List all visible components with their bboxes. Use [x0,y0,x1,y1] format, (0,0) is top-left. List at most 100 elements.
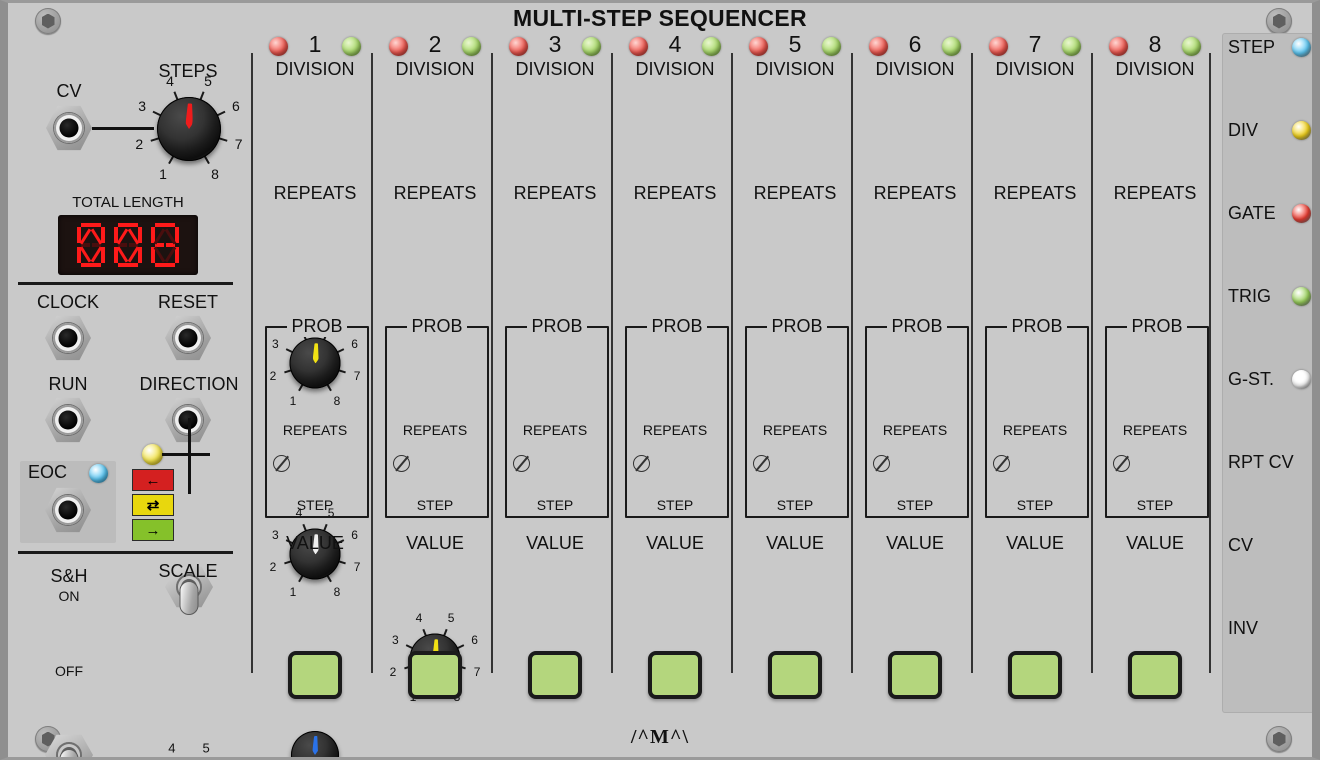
repeats-label: REPEATS [735,183,855,204]
eoc-label: EOC [22,462,82,483]
sample-hold-switch[interactable] [45,733,93,760]
display-segment [118,263,138,267]
division-label: DIVISION [615,59,735,80]
gate-step-out-label: G-ST. [1228,369,1274,390]
channel-separator [371,53,373,673]
direction-forward[interactable]: → [132,519,174,541]
prob-mode-off-icon [873,455,890,472]
trig-out-led [1292,287,1311,306]
repeats-label: REPEATS [1095,183,1215,204]
channel-step-led [822,37,841,56]
prob-mode-step-label: STEP [375,497,495,513]
prob-mode-off-icon [993,455,1010,472]
prob-mode-repeats-label: REPEATS [255,422,375,438]
knob-body[interactable] [157,97,221,161]
channel-number: 2 [413,31,457,58]
run-jack[interactable] [45,397,91,443]
step-toggle-button[interactable] [528,651,582,699]
knob-scale-number: 7 [474,665,481,679]
sample-hold-on-label: ON [28,588,110,604]
knob-scale-number: 6 [232,98,240,114]
prob-mode-step-label: STEP [855,497,975,513]
eoc-jack[interactable] [45,487,91,533]
divider-bottom [18,551,233,554]
cv-input-label: CV [36,81,102,102]
prob-mode-off-icon [513,455,530,472]
channel-gate-led [629,37,648,56]
direction-wire-horizontal [162,453,210,456]
prob-mode-off-icon [1113,455,1130,472]
cv-input-jack[interactable] [46,105,92,151]
direction-reverse[interactable]: ← [132,469,174,491]
division-label: DIVISION [735,59,855,80]
display-segment-diagonal [80,246,92,262]
prob-label: PROB [527,316,587,337]
division-label: DIVISION [1095,59,1215,80]
channel-separator [251,53,253,673]
steps-knob[interactable]: 12345678 [148,88,230,170]
reset-jack-label: RESET [143,292,233,313]
gate-out-led [1292,204,1311,223]
prob-mode-off-icon [633,455,650,472]
knob-scale-number: 2 [135,136,143,152]
display-segment [175,247,179,263]
prob-label: PROB [1127,316,1187,337]
step-toggle-button[interactable] [648,651,702,699]
division-label: DIVISION [495,59,615,80]
step-toggle-button[interactable] [1128,651,1182,699]
direction-pendulum[interactable]: ⇄ [132,494,174,516]
step-toggle-button[interactable] [1008,651,1062,699]
knob-scale-number: 7 [235,136,243,152]
repeats-knob[interactable]: 12345678 [282,521,348,587]
inverted-cv-out-label: INV [1228,618,1258,639]
channel-separator [851,53,853,673]
step-out-label: STEP [1228,37,1275,58]
step-toggle-button[interactable] [888,651,942,699]
knob-scale-number: 1 [159,166,167,182]
prob-mode-step-label: STEP [1095,497,1215,513]
channel-step-led [1062,37,1081,56]
knob-scale-number: 8 [211,166,219,182]
divider-top [18,282,233,285]
value-label: VALUE [975,533,1095,554]
knob-scale-number: 5 [448,611,455,625]
step-toggle-button[interactable] [768,651,822,699]
step-toggle-button[interactable] [288,651,342,699]
prob-mode-off-icon [273,455,290,472]
prob-mode-step-label: STEP [615,497,735,513]
knob-scale-number: 4 [166,73,174,89]
channel-step-led [342,37,361,56]
step-toggle-button[interactable] [408,651,462,699]
channel-separator [611,53,613,673]
repeat-cv-out-label: RPT CV [1228,452,1294,473]
channel-separator [731,53,733,673]
channel-number: 1 [293,31,337,58]
clock-jack[interactable] [45,315,91,361]
prob-mode-step-label: STEP [735,497,855,513]
prob-label: PROB [887,316,947,337]
value-label: VALUE [735,533,855,554]
knob-scale-number: 2 [390,665,397,679]
steps-knob-label: STEPS [136,61,240,82]
direction-wire-vertical [188,418,191,494]
knob-pointer [185,103,193,129]
prob-label: PROB [1007,316,1067,337]
div-out-led [1292,121,1311,140]
value-label: VALUE [255,533,375,554]
repeats-label: REPEATS [615,183,735,204]
prob-knob[interactable] [284,724,346,760]
division-label: DIVISION [255,59,375,80]
channel-step-led [702,37,721,56]
value-label: VALUE [615,533,735,554]
value-label: VALUE [375,533,495,554]
channel-separator [971,53,973,673]
prob-mode-repeats-label: REPEATS [615,422,735,438]
knob-body[interactable] [291,731,339,760]
channel-number: 3 [533,31,577,58]
prob-mode-off-icon [393,455,410,472]
reset-jack[interactable] [165,315,211,361]
knob-scale-number: 4 [416,611,423,625]
prob-label: PROB [287,316,347,337]
display-digit [150,222,180,268]
repeats-label: REPEATS [375,183,495,204]
